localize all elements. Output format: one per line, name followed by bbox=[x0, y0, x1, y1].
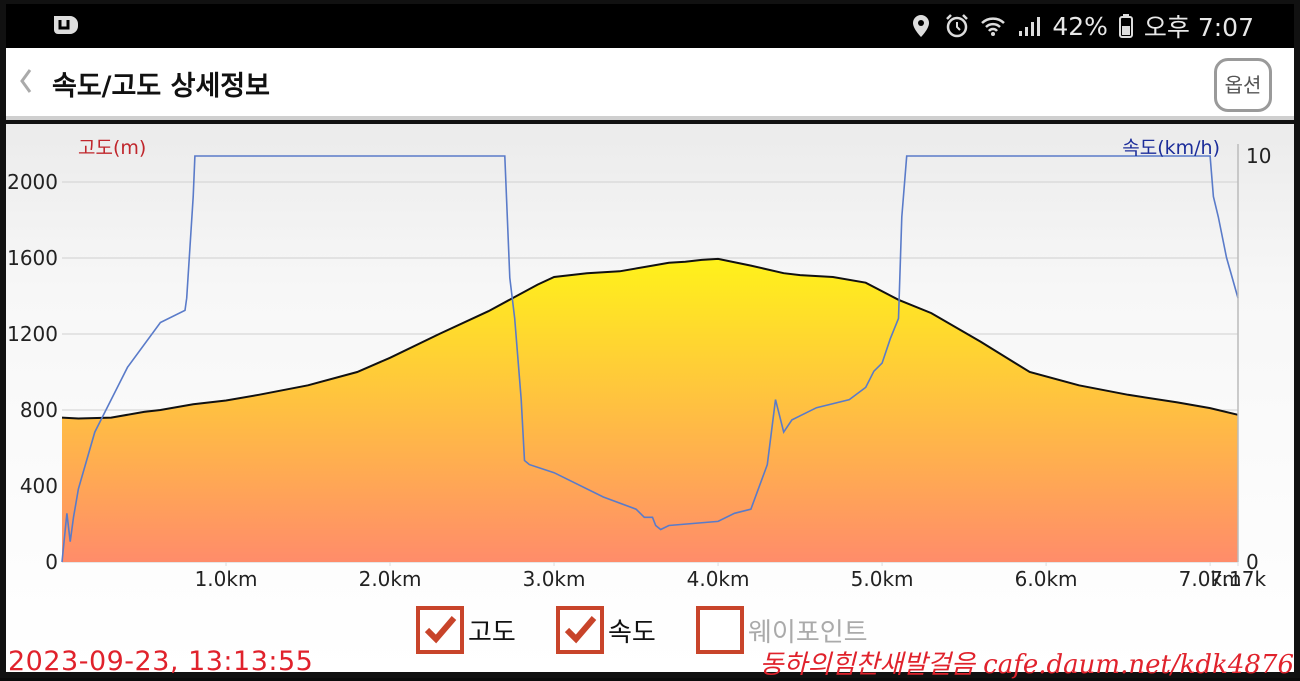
alarm-icon bbox=[946, 14, 969, 38]
photo-timestamp: 2023-09-23, 13:13:55 bbox=[8, 646, 314, 677]
checkmark-icon bbox=[564, 616, 597, 644]
back-button[interactable] bbox=[12, 66, 40, 102]
speed-altitude-chart: 고도(m) 속도(km/h) 0 400 800 1200 1600 2000 1.0km… bbox=[7, 137, 1271, 591]
legend-altitude-label: 고도 bbox=[468, 617, 516, 648]
y-tick-label: 2000 bbox=[7, 170, 58, 194]
battery-percent: 42% bbox=[1052, 11, 1108, 41]
wifi-icon bbox=[981, 17, 1006, 36]
x-tick-label: 6.0km bbox=[1015, 567, 1078, 591]
checkmark-icon bbox=[424, 616, 457, 644]
left-axis-title: 고도(m) bbox=[78, 137, 146, 159]
x-tick-label: 1.0km bbox=[195, 567, 258, 591]
right-tick-label: 10 bbox=[1246, 144, 1271, 168]
x-axis-ticks: 1.0km 2.0km 3.0km 4.0km 5.0km 6.0km 7.0km7.17k bbox=[195, 562, 1266, 591]
legend-speed-label: 속도 bbox=[608, 617, 656, 648]
device-frame: 42% 오후 7:07 속도/고도 상세정보 옵션 고도(m) 속도(km/h)… bbox=[0, 0, 1300, 680]
right-axis-ticks: 0 10 bbox=[1246, 144, 1271, 574]
x-tick-label: 5.0km bbox=[851, 567, 914, 591]
chart-panel: 고도(m) 속도(km/h) 0 400 800 1200 1600 2000 1.0km… bbox=[6, 124, 1294, 672]
y-axis-ticks: 0 400 800 1200 1600 2000 bbox=[7, 170, 58, 574]
chevron-left-icon bbox=[20, 69, 32, 93]
waypoint-checkbox[interactable] bbox=[696, 606, 744, 654]
altitude-checkbox[interactable] bbox=[416, 606, 464, 654]
app-notification-icon bbox=[54, 16, 78, 34]
right-axis-title: 속도(km/h) bbox=[1122, 137, 1220, 159]
status-bar: 42% 오후 7:07 bbox=[6, 4, 1294, 48]
legend-altitude[interactable]: 고도 bbox=[416, 606, 516, 654]
y-tick-label: 800 bbox=[20, 398, 58, 422]
battery-icon bbox=[1118, 14, 1133, 38]
x-tick-label: 3.0km bbox=[523, 567, 586, 591]
x-tick-label: 2.0km bbox=[359, 567, 422, 591]
y-tick-label: 1200 bbox=[7, 322, 58, 346]
y-tick-label: 1600 bbox=[7, 246, 58, 270]
legend-waypoint-label: 웨이포인트 bbox=[748, 617, 868, 648]
location-icon bbox=[913, 15, 930, 37]
status-icons: 42% 오후 7:07 bbox=[908, 4, 1254, 48]
app-bar: 속도/고도 상세정보 옵션 bbox=[6, 48, 1294, 120]
clock: 오후 7:07 bbox=[1143, 13, 1254, 42]
page-title: 속도/고도 상세정보 bbox=[52, 71, 270, 102]
options-button[interactable]: 옵션 bbox=[1214, 58, 1272, 112]
speed-checkbox[interactable] bbox=[556, 606, 604, 654]
legend-speed[interactable]: 속도 bbox=[556, 606, 656, 654]
x-tick-label: 4.0km bbox=[687, 567, 750, 591]
y-tick-label: 400 bbox=[20, 474, 58, 498]
signal-icon bbox=[1019, 17, 1041, 36]
right-tick-label: 0 bbox=[1246, 550, 1259, 574]
watermark: 동하의힘찬새발걸음 cafe.daum.net/kdk4876 bbox=[759, 650, 1294, 680]
y-tick-label: 0 bbox=[45, 550, 58, 574]
